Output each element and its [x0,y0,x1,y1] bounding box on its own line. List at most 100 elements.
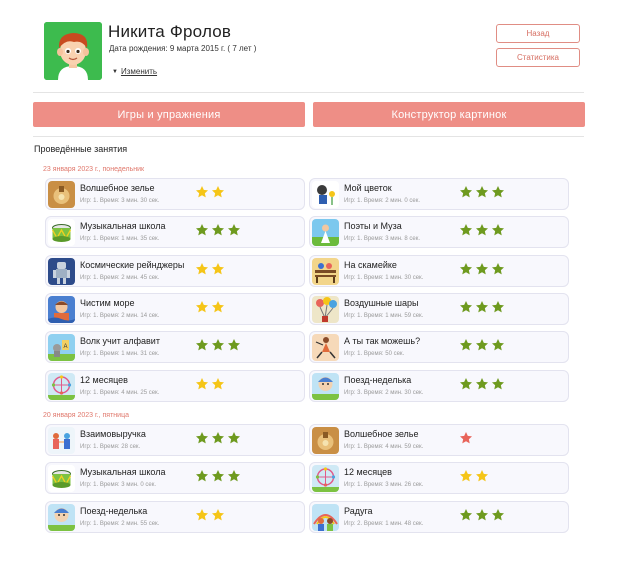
star-icon [475,262,489,274]
game-stats: Игр: 1. Время: 2 мин. 45 сек. [80,274,160,281]
star-rating [459,377,505,391]
game-card[interactable]: Воздушные шары Игр: 1. Время: 1 мин. 59 с… [309,292,569,325]
wolf-icon: A [48,334,75,362]
statistics-button[interactable]: Статистика [496,48,580,67]
game-card[interactable]: Волшебное зелье Игр: 1. Время: 3 мин. 30 … [45,178,305,210]
star-icon [459,470,473,482]
svg-text:A: A [64,344,68,350]
game-title: Поезд-неделька [80,505,148,516]
game-stats: Игр: 3. Время: 2 мин. 30 сек. [344,389,424,396]
star-icon [211,470,225,482]
game-stats: Игр: 1. Время: 4 мин. 25 сек. [80,389,160,396]
star-icon [195,432,209,444]
sessions-heading: Проведённые занятия [34,144,128,154]
star-icon [491,224,505,236]
game-stats: Игр: 1. Время: 1 мин. 30 сек. [344,274,424,281]
game-title: А ты так можешь? [344,336,421,347]
star-icon [195,262,209,274]
train-icon [48,503,75,531]
game-stats: Игр: 1. Время: 3 мин. 0 сек. [80,482,156,489]
game-title: 12 месяцев [80,374,128,385]
star-rating [459,508,505,522]
divider [33,136,584,137]
game-title: Чистим море [80,297,135,308]
star-icon [211,300,225,313]
game-title: Взаимовыручка [80,429,146,439]
game-stats: Игр: 1. Время: 2 мин. 55 сек. [80,520,160,527]
star-icon [459,186,473,198]
game-card[interactable]: A Волк учит алфавит Игр: 1. Время: 1 мин. … [45,331,305,364]
game-card[interactable]: Поезд-неделька Игр: 1. Время: 2 мин. 55 с… [45,500,305,533]
child-name: Никита Фролов [108,22,232,41]
star-rating [195,223,241,237]
rainbow-icon [312,503,339,531]
game-card[interactable]: Взаимовыручка Игр: 1. Время: 28 сек. [45,424,305,456]
flower-icon [312,181,339,208]
child-avatar [44,22,102,80]
star-icon [491,339,505,351]
game-stats: Игр: 1. Время: 50 сек. [344,351,405,358]
boy-avatar-icon [44,22,102,80]
game-stats: Игр: 1. Время: 2 мин. 0 сек. [344,198,420,204]
gymnast-icon [312,334,339,362]
magic-potion-icon [312,427,339,454]
drum-icon [48,465,75,493]
train-icon [312,372,339,400]
star-icon [211,339,225,351]
picture-constructor-button[interactable]: Конструктор картинок [313,102,585,127]
star-icon [491,186,505,198]
star-icon [491,300,505,313]
star-icon [459,508,473,520]
game-card[interactable]: Волшебное зелье Игр: 1. Время: 4 мин. 59 … [309,424,569,456]
star-rating [195,185,225,199]
game-card[interactable]: Космические рейнджеры Игр: 1. Время: 2 ми… [45,254,305,287]
star-icon [459,339,473,351]
edit-label: Изменить [120,67,158,76]
star-rating [459,431,473,445]
game-stats: Игр: 2. Время: 1 мин. 48 сек. [344,520,424,527]
game-stats: Игр: 1. Время: 1 мин. 31 сек. [80,351,160,358]
back-button[interactable]: Назад [496,24,580,43]
game-title: 12 месяцев [344,467,392,478]
sea-icon [48,295,75,323]
session-date: 23 января 2023 г., понедельник [43,166,145,173]
edit-profile-link[interactable]: ▼ Изменить [112,67,157,76]
game-title: Волшебное зелье [80,183,155,193]
star-icon [195,300,209,313]
game-card[interactable]: Поэты и Муза Игр: 1. Время: 3 мин. 8 сек. [309,216,569,249]
game-card[interactable]: Поезд-неделька Игр: 3. Время: 2 мин. 30 с… [309,369,569,402]
star-icon [211,224,225,236]
star-icon [227,432,241,444]
star-icon [475,377,489,389]
star-icon [211,432,225,444]
star-icon [211,508,225,520]
ferris-wheel-icon [48,372,75,400]
star-icon [195,186,209,198]
game-title: Космические рейнджеры [80,259,185,270]
divider [33,92,584,93]
ferris-wheel-icon [312,465,339,493]
game-stats: Игр: 1. Время: 3 мин. 30 сек. [80,198,160,204]
star-rating [195,469,241,483]
game-card[interactable]: Радуга Игр: 2. Время: 1 мин. 48 сек. [309,500,569,533]
game-card[interactable]: 12 месяцев Игр: 1. Время: 3 мин. 26 сек. [309,462,569,495]
star-icon [211,186,225,198]
teamwork-icon [48,427,75,454]
star-icon [195,508,209,520]
robot-icon [48,257,75,285]
star-icon [475,508,489,520]
game-card[interactable]: Мой цветок Игр: 1. Время: 2 мин. 0 сек. [309,178,569,210]
game-card[interactable]: А ты так можешь? Игр: 1. Время: 50 сек. [309,331,569,364]
star-icon [195,224,209,236]
game-title: Волшебное зелье [344,429,419,439]
game-card[interactable]: Музыкальная школа Игр: 1. Время: 1 мин. 3… [45,216,305,249]
game-card[interactable]: Чистим море Игр: 1. Время: 2 мин. 14 сек. [45,292,305,325]
game-title: Мой цветок [344,183,392,193]
game-title: Поезд-неделька [344,374,412,385]
game-title: На скамейке [344,259,397,270]
game-card[interactable]: 12 месяцев Игр: 1. Время: 4 мин. 25 сек. [45,369,305,402]
muse-icon [312,219,339,247]
game-card[interactable]: Музыкальная школа Игр: 1. Время: 3 мин. 0… [45,462,305,495]
games-exercises-button[interactable]: Игры и упражнения [33,102,305,127]
game-card[interactable]: На скамейке Игр: 1. Время: 1 мин. 30 сек. [309,254,569,287]
